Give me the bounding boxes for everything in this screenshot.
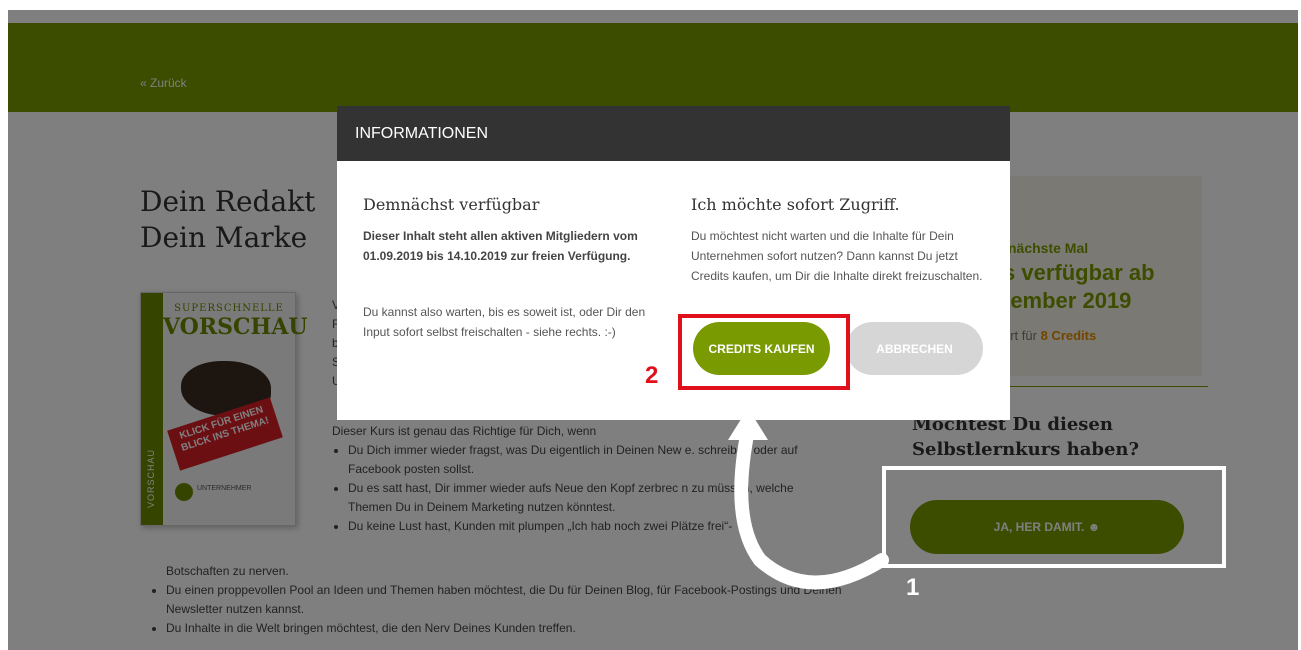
- curved-arrow-icon: [728, 408, 889, 590]
